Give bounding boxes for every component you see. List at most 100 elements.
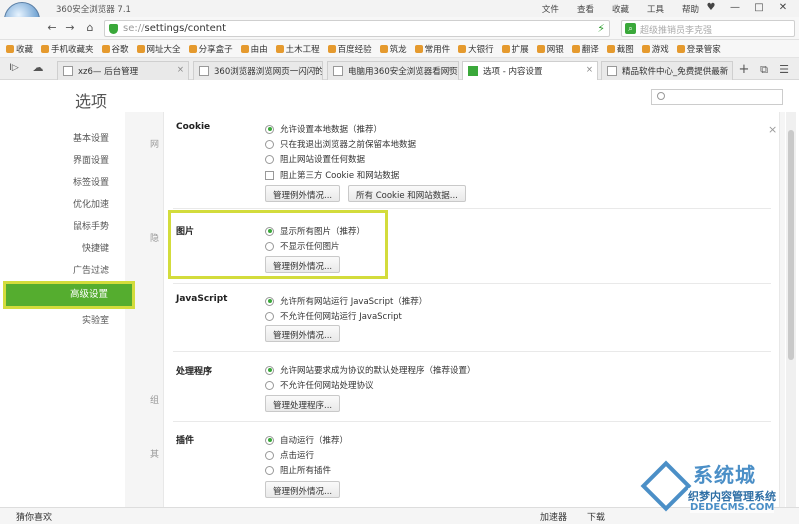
lightning-icon[interactable]: ⚡ — [597, 22, 605, 35]
all-cookies-button[interactable]: 所有 Cookie 和网站数据... — [348, 185, 466, 202]
bookmark-item[interactable]: 谷歌 — [101, 43, 129, 55]
forward-icon[interactable]: → — [62, 20, 78, 36]
bookmark-item[interactable]: 网址大全 — [136, 43, 181, 55]
bookmark-item[interactable]: 游戏 — [641, 43, 669, 55]
restore-tab-icon[interactable]: ⧉ — [756, 62, 772, 78]
search-box[interactable]: ⌕ 超级推销员李克强 — [621, 20, 795, 37]
tab-1[interactable]: 360浏览器浏览网页一闪闪的 × — [193, 61, 323, 80]
bookmark-item[interactable]: 手机收藏夹 — [41, 43, 94, 55]
manage-exceptions-button[interactable]: 管理例外情况... — [265, 325, 341, 342]
close-tab-icon[interactable]: × — [311, 65, 318, 75]
bookmark-item[interactable]: 土木工程 — [275, 43, 320, 55]
status-recommend[interactable]: 猜你喜欢 — [16, 510, 52, 523]
radio-button[interactable] — [265, 380, 274, 390]
radio-option[interactable]: 不允许任何网站运行 JavaScript — [265, 310, 402, 322]
search-engine-icon[interactable]: ⌕ — [625, 23, 636, 34]
radio-option[interactable]: 允许所有网站运行 JavaScript（推荐） — [265, 295, 427, 307]
bookmark-item[interactable]: 筑龙 — [379, 43, 407, 55]
back-icon[interactable]: ← — [44, 20, 60, 36]
settings-sidebar: 基本设置 界面设置 标签设置 优化加速 鼠标手势 快捷键 广告过滤 实验室 — [0, 115, 125, 507]
radio-button[interactable] — [265, 139, 274, 149]
menu-help[interactable]: 帮助 — [682, 3, 699, 15]
radio-option[interactable]: 显示所有图片（推荐） — [265, 225, 365, 237]
sidebar-item-advanced[interactable]: 高级设置 — [3, 281, 135, 309]
radio-button[interactable] — [265, 365, 274, 375]
radio-button[interactable] — [265, 296, 274, 306]
menu-favorites[interactable]: 收藏 — [612, 3, 629, 15]
bookmark-item[interactable]: 大银行 — [458, 43, 494, 55]
maximize-button[interactable]: □ — [747, 0, 771, 15]
close-dialog-button[interactable]: × — [768, 123, 777, 136]
menu-tools[interactable]: 工具 — [647, 3, 664, 15]
settings-search-input[interactable] — [651, 89, 783, 105]
bookmark-item[interactable]: 扩展 — [501, 43, 529, 55]
sidebar-item-optimize[interactable]: 优化加速 — [0, 195, 125, 215]
section-divider — [173, 283, 771, 284]
radio-option[interactable]: 不允许任何网站处理协议 — [265, 379, 374, 391]
tab-0[interactable]: xz6— 后台管理 × — [57, 61, 189, 80]
bookmark-item[interactable]: 常用件 — [414, 43, 450, 55]
sidebar-item-tabs[interactable]: 标签设置 — [0, 173, 125, 193]
radio-option[interactable]: 点击运行 — [265, 449, 314, 461]
accelerator-button[interactable]: 加速器 — [540, 510, 567, 523]
home-icon[interactable]: ⌂ — [82, 20, 98, 36]
bookmark-item[interactable]: 登录管家 — [676, 43, 721, 55]
sidebar-toggle-icon[interactable]: I▷ — [6, 60, 22, 76]
close-tab-icon[interactable]: × — [447, 65, 454, 75]
sidebar-item-lab[interactable]: 实验室 — [0, 311, 125, 331]
radio-option[interactable]: 只在我退出浏览器之前保留本地数据 — [265, 138, 416, 150]
radio-button[interactable] — [265, 154, 274, 164]
bookmark-item[interactable]: 由由 — [240, 43, 268, 55]
radio-button[interactable] — [265, 311, 274, 321]
radio-option[interactable]: 不显示任何图片 — [265, 240, 340, 252]
tab-menu-icon[interactable]: ☰ — [776, 62, 792, 78]
sidebar-item-adblock[interactable]: 广告过滤 — [0, 261, 125, 281]
sidebar-item-basic[interactable]: 基本设置 — [0, 129, 125, 149]
address-bar[interactable]: se://settings/content ⚡ — [104, 20, 610, 37]
radio-option[interactable]: 允许网站要求成为协议的默认处理程序（推荐设置） — [265, 364, 476, 376]
download-button[interactable]: 下载 — [587, 510, 605, 523]
manage-exceptions-button[interactable]: 管理例外情况... — [265, 256, 341, 273]
close-tab-icon[interactable]: × — [177, 65, 184, 75]
tab-2[interactable]: 电脑用360安全浏览器看网页 × — [327, 61, 459, 80]
tab-3[interactable]: 选项 - 内容设置 × — [462, 61, 598, 80]
manage-exceptions-button[interactable]: 管理例外情况... — [265, 185, 341, 202]
radio-button[interactable] — [265, 450, 274, 460]
close-window-button[interactable]: ✕ — [771, 0, 795, 15]
close-tab-icon[interactable]: × — [721, 65, 728, 75]
sidebar-item-gestures[interactable]: 鼠标手势 — [0, 217, 125, 237]
bookmark-item[interactable]: 收藏 — [6, 43, 33, 55]
cloud-icon[interactable]: ☁ — [30, 60, 46, 76]
bookmark-icon — [188, 44, 197, 53]
bookmark-icon — [6, 44, 14, 53]
menu-view[interactable]: 查看 — [577, 3, 594, 15]
bookmark-item[interactable]: 百度经验 — [327, 43, 372, 55]
menu-file[interactable]: 文件 — [542, 3, 559, 15]
radio-option[interactable]: 自动运行（推荐） — [265, 434, 348, 446]
radio-button[interactable] — [265, 465, 274, 475]
tab-4[interactable]: 精品软件中心_免费提供最新 × — [601, 61, 733, 80]
radio-option[interactable]: 允许设置本地数据（推荐） — [265, 123, 382, 135]
new-tab-button[interactable]: + — [736, 62, 752, 78]
checkbox-option[interactable]: 阻止第三方 Cookie 和网站数据 — [265, 169, 399, 181]
bookmark-item[interactable]: 分享盒子 — [188, 43, 233, 55]
scrollbar-thumb[interactable] — [788, 130, 794, 360]
radio-button[interactable] — [265, 124, 274, 134]
bookmark-item[interactable]: 网银 — [536, 43, 564, 55]
radio-button[interactable] — [265, 435, 274, 445]
manage-exceptions-button[interactable]: 管理例外情况... — [265, 481, 341, 498]
radio-button[interactable] — [265, 226, 274, 236]
bookmark-item[interactable]: 截图 — [606, 43, 634, 55]
skin-icon[interactable]: ♥ — [699, 0, 723, 15]
section-divider — [173, 351, 771, 352]
sidebar-item-interface[interactable]: 界面设置 — [0, 151, 125, 171]
bookmark-item[interactable]: 翻译 — [571, 43, 599, 55]
close-tab-icon[interactable]: × — [586, 65, 593, 75]
minimize-button[interactable]: — — [723, 0, 747, 15]
manage-handlers-button[interactable]: 管理处理程序... — [265, 395, 341, 412]
radio-button[interactable] — [265, 241, 274, 251]
checkbox[interactable] — [265, 170, 274, 180]
radio-option[interactable]: 阻止网站设置任何数据 — [265, 153, 365, 165]
sidebar-item-shortcuts[interactable]: 快捷键 — [0, 239, 125, 259]
radio-option[interactable]: 阻止所有插件 — [265, 464, 331, 476]
